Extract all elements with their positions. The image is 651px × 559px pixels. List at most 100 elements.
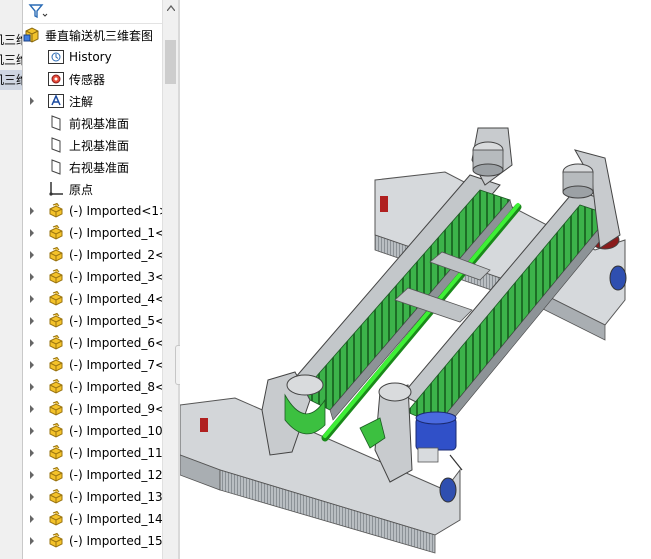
tree-item-label: (-) Imported_7< <box>69 358 163 372</box>
expand-arrow-icon[interactable] <box>27 266 37 288</box>
tree-item-label: (-) Imported_4< <box>69 292 163 306</box>
tree-item[interactable]: 传感器 <box>27 68 105 90</box>
tree-item-label: (-) Imported_8< <box>69 380 163 394</box>
history-icon <box>47 48 65 66</box>
conveyor-3d-model[interactable] <box>180 0 651 559</box>
part-icon <box>47 378 65 396</box>
part-icon <box>47 224 65 242</box>
graphics-viewport[interactable] <box>180 0 651 559</box>
expand-arrow-icon[interactable] <box>27 486 37 508</box>
expand-arrow-icon[interactable] <box>27 530 37 552</box>
part-icon <box>47 356 65 374</box>
tree-item-label: (-) Imported_3< <box>69 270 163 284</box>
plane-icon <box>47 136 65 154</box>
expand-arrow-icon[interactable] <box>27 442 37 464</box>
tree-item[interactable]: (-) Imported_9< <box>27 398 163 420</box>
tree-item-label: (-) Imported_11 <box>69 446 163 460</box>
part-icon <box>47 202 65 220</box>
tree-item[interactable]: (-) Imported_12 <box>27 464 163 486</box>
tree-item[interactable]: (-) Imported_15 <box>27 530 163 552</box>
tree-item[interactable]: (-) Imported_2< <box>27 244 163 266</box>
filter-icon <box>28 4 48 19</box>
tree-item[interactable]: (-) Imported_10 <box>27 420 163 442</box>
expand-arrow-icon[interactable] <box>27 398 37 420</box>
tree-item[interactable]: (-) Imported_14 <box>27 508 163 530</box>
part-icon <box>47 334 65 352</box>
expand-arrow-icon[interactable] <box>27 354 37 376</box>
expand-arrow-icon[interactable] <box>27 332 37 354</box>
scroll-up-button[interactable] <box>163 0 179 16</box>
tree-item[interactable]: 原点 <box>27 178 93 200</box>
document-tab[interactable]: 机三维套 <box>0 70 22 90</box>
expand-arrow-icon[interactable] <box>27 288 37 310</box>
tree-item[interactable]: 注解 <box>27 90 93 112</box>
tree-root[interactable]: 垂直输送机三维套图 <box>23 24 153 46</box>
tree-item[interactable]: 上视基准面 <box>27 134 129 156</box>
part-icon <box>47 400 65 418</box>
tree-item[interactable]: (-) Imported_3< <box>27 266 163 288</box>
expand-arrow-icon[interactable] <box>27 508 37 530</box>
tree-item-label: (-) Imported_13 <box>69 490 163 504</box>
tree-item[interactable]: 前视基准面 <box>27 112 129 134</box>
tree-item[interactable]: (-) Imported_13 <box>27 486 163 508</box>
origin-icon <box>47 180 65 198</box>
tree-item-label: 右视基准面 <box>69 160 130 175</box>
scroll-thumb[interactable] <box>165 40 176 84</box>
expand-arrow-icon[interactable] <box>27 244 37 266</box>
tree-item-label: 前视基准面 <box>69 116 130 131</box>
tree-item[interactable]: History <box>27 46 112 68</box>
annotation-icon <box>47 92 65 110</box>
tree-item-label: (-) Imported_14 <box>69 512 163 526</box>
tree-item[interactable]: (-) Imported_11 <box>27 442 163 464</box>
part-icon <box>47 488 65 506</box>
expand-arrow-icon[interactable] <box>27 310 37 332</box>
filter-button[interactable] <box>27 2 49 22</box>
expand-arrow-icon[interactable] <box>27 200 37 222</box>
tree-item[interactable]: (-) Imported_7< <box>27 354 163 376</box>
part-icon <box>47 246 65 264</box>
expand-arrow-icon[interactable] <box>27 464 37 486</box>
part-icon <box>47 422 65 440</box>
tree-item-label: (-) Imported_15 <box>69 534 163 548</box>
plane-icon <box>47 114 65 132</box>
tree-item-label: (-) Imported_1< <box>69 226 163 240</box>
tree-item-label: (-) Imported_2< <box>69 248 163 262</box>
tree-item[interactable]: 右视基准面 <box>27 156 129 178</box>
document-tab[interactable]: 机三维套 <box>0 50 22 70</box>
tree-item[interactable]: (-) Imported_5< <box>27 310 163 332</box>
tree-item-label: (-) Imported_9< <box>69 402 163 416</box>
tree-item-label: 原点 <box>69 182 94 197</box>
part-icon <box>47 510 65 528</box>
expand-arrow-icon[interactable] <box>27 420 37 442</box>
assembly-icon <box>23 26 41 44</box>
part-icon <box>47 312 65 330</box>
expand-arrow-icon[interactable] <box>27 90 37 112</box>
feature-tree-panel: 垂直输送机三维套图 History 传感器注解前视基准面上视基准面右视基准面原点 (-… <box>22 0 163 559</box>
tree-item-label: 注解 <box>69 94 94 109</box>
tree-item[interactable]: (-) Imported_1< <box>27 222 163 244</box>
tree-item[interactable]: (-) Imported_4< <box>27 288 163 310</box>
sensor-icon <box>47 70 65 88</box>
tree-item[interactable]: (-) Imported_8< <box>27 376 163 398</box>
document-tab[interactable]: 机三维套 <box>0 30 22 50</box>
part-icon <box>47 444 65 462</box>
tree-item-label: (-) Imported_6< <box>69 336 163 350</box>
plane-icon <box>47 158 65 176</box>
tree-item-label: (-) Imported_10 <box>69 424 163 438</box>
tree-item[interactable]: (-) Imported<1> <box>27 200 163 222</box>
tree-item[interactable]: (-) Imported_6< <box>27 332 163 354</box>
tree-root-label: 垂直输送机三维套图 <box>45 28 154 43</box>
tree-item-label: (-) Imported<1> <box>69 204 163 218</box>
chevron-up-icon <box>167 5 175 11</box>
tree-scrollbar[interactable] <box>162 0 179 559</box>
expand-arrow-icon[interactable] <box>27 376 37 398</box>
drive-motor <box>415 411 463 471</box>
document-tab-strip: 机三维套 机三维套 机三维套 <box>0 0 22 559</box>
expand-arrow-icon[interactable] <box>27 222 37 244</box>
